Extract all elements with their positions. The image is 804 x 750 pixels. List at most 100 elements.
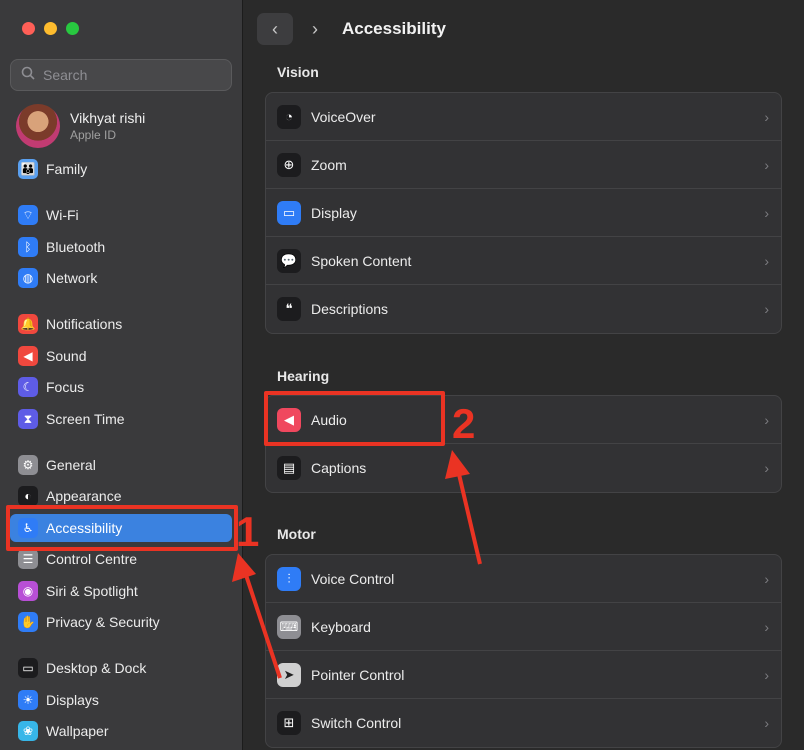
back-button[interactable]: ‹ [257,13,293,45]
row-descriptions[interactable]: ❝ Descriptions › [266,285,781,333]
sidebar-item-family[interactable]: 👪 Family [10,155,232,183]
minimize-window-button[interactable] [44,22,57,35]
row-zoom[interactable]: ⊕ Zoom › [266,141,781,189]
sidebar-item-label: Desktop & Dock [46,660,147,676]
family-icon: 👪 [18,159,38,179]
apple-id-profile[interactable]: Vikhyat rishi Apple ID [16,104,145,148]
sidebar-item-label: Focus [46,379,85,395]
wifi-icon: ⌔ [18,205,38,225]
globe-icon: ◍ [18,268,38,288]
section-title-motor: Motor [277,526,316,542]
row-voiceover[interactable]: ◔ VoiceOver › [266,93,781,141]
chevron-right-icon: › [764,618,769,635]
chevron-right-icon: › [764,666,769,683]
sidebar-item-label: Control Centre [46,551,138,567]
row-captions[interactable]: ▤ Captions › [266,444,781,492]
settings-group-vision: ◔ VoiceOver › ⊕ Zoom › ▭ Display › 💬 Spoken Conten… [265,92,782,334]
sidebar-item-network[interactable]: ◍ Network [10,264,232,292]
chevron-right-icon: › [764,252,769,269]
row-display[interactable]: ▭ Display › [266,189,781,237]
voiceover-icon: ◔ [277,104,301,129]
row-pointer-control[interactable]: ➤ Pointer Control › [266,651,781,699]
sidebar-item-displays[interactable]: ☀ Displays [10,686,232,714]
sidebar-item-label: Siri & Spotlight [46,583,138,599]
toggles-icon: ☰ [18,549,38,569]
search-input[interactable] [43,67,223,83]
appearance-icon: ◐ [18,486,38,506]
row-label: Display [311,204,357,221]
zoom-icon: ⊕ [277,152,301,177]
maximize-window-button[interactable] [66,22,79,35]
row-switch-control[interactable]: ⊞ Switch Control › [266,699,781,747]
highlight-audio [264,391,445,446]
hand-icon: ✋ [18,612,38,632]
forward-button[interactable]: › [301,13,329,45]
row-label: VoiceOver [311,108,376,125]
chevron-right-icon: › [764,460,769,476]
close-window-button[interactable] [22,22,35,35]
row-label: Zoom [311,156,347,173]
sidebar-item-label: Notifications [46,316,123,332]
avatar [16,104,60,148]
sidebar-item-focus[interactable]: ☾ Focus [10,373,232,401]
bell-icon: 🔔 [18,314,38,334]
sidebar-item-label: Privacy & Security [46,614,160,630]
sidebar-item-label: General [46,457,96,473]
display-icon: ▭ [277,200,301,225]
row-keyboard[interactable]: ⌨ Keyboard › [266,603,781,651]
sidebar-item-desktop-dock[interactable]: ▭ Desktop & Dock [10,654,232,682]
sidebar: Vikhyat rishi Apple ID 👪 Family ⌔ Wi-Fi ᛒ Blu… [0,0,243,750]
step-number-1: 1 [236,508,260,555]
captions-icon: ▤ [277,456,301,480]
chevron-right-icon: › [312,18,318,39]
flower-icon: ❀ [18,721,38,741]
siri-icon: ◉ [18,581,38,601]
waveform-icon: ⫶ [277,566,301,591]
sidebar-item-privacy-security[interactable]: ✋ Privacy & Security [10,608,232,636]
keyboard-icon: ⌨ [277,614,301,639]
chevron-right-icon: › [764,715,769,731]
row-label: Switch Control [311,715,402,731]
row-label: Descriptions [311,301,389,317]
speech-bubble-icon: 💬 [277,248,301,273]
search-icon [21,66,35,85]
main-pane: ‹ › Accessibility Vision ◔ VoiceOver › ⊕ Zoom… [243,0,804,750]
moon-icon: ☾ [18,377,38,397]
sidebar-item-sound[interactable]: ◀ Sound [10,342,232,370]
window-controls [22,22,79,35]
descriptions-icon: ❝ [277,297,301,321]
sidebar-item-general[interactable]: ⚙ General [10,451,232,479]
chevron-right-icon: › [764,156,769,173]
row-label: Keyboard [311,618,371,635]
sidebar-item-notifications[interactable]: 🔔 Notifications [10,310,232,338]
dock-icon: ▭ [18,658,38,678]
chevron-right-icon: › [764,411,769,428]
sidebar-item-wi-fi[interactable]: ⌔ Wi-Fi [10,201,232,229]
profile-name: Vikhyat rishi [70,110,146,126]
row-spoken-content[interactable]: 💬 Spoken Content › [266,237,781,285]
page-title: Accessibility [342,19,446,38]
row-label: Voice Control [311,570,395,587]
sidebar-item-wallpaper[interactable]: ❀ Wallpaper [10,717,232,745]
row-voice-control[interactable]: ⫶ Voice Control › [266,555,781,603]
gear-icon: ⚙ [18,455,38,475]
row-label: Captions [311,460,367,476]
row-label: Pointer Control [311,666,405,683]
chevron-left-icon: ‹ [272,18,278,39]
settings-group-motor: ⫶ Voice Control › ⌨ Keyboard › ➤ Pointer Contro… [265,554,782,748]
section-title-vision: Vision [277,64,319,80]
sidebar-item-screen-time[interactable]: ⧗ Screen Time [10,405,232,433]
section-title-hearing: Hearing [277,368,330,384]
step-number-2: 2 [452,400,476,447]
sidebar-item-siri-spotlight[interactable]: ◉ Siri & Spotlight [10,577,232,605]
sidebar-item-label: Displays [46,692,99,708]
row-label: Spoken Content [311,252,412,269]
chevron-right-icon: › [764,301,769,317]
sidebar-search[interactable] [10,59,232,91]
sidebar-item-label: Bluetooth [46,239,106,255]
sidebar-item-label: Wi-Fi [46,207,79,223]
chevron-right-icon: › [764,108,769,125]
sun-icon: ☀ [18,690,38,710]
sidebar-item-bluetooth[interactable]: ᛒ Bluetooth [10,233,232,261]
sidebar-item-label: Appearance [46,488,122,504]
